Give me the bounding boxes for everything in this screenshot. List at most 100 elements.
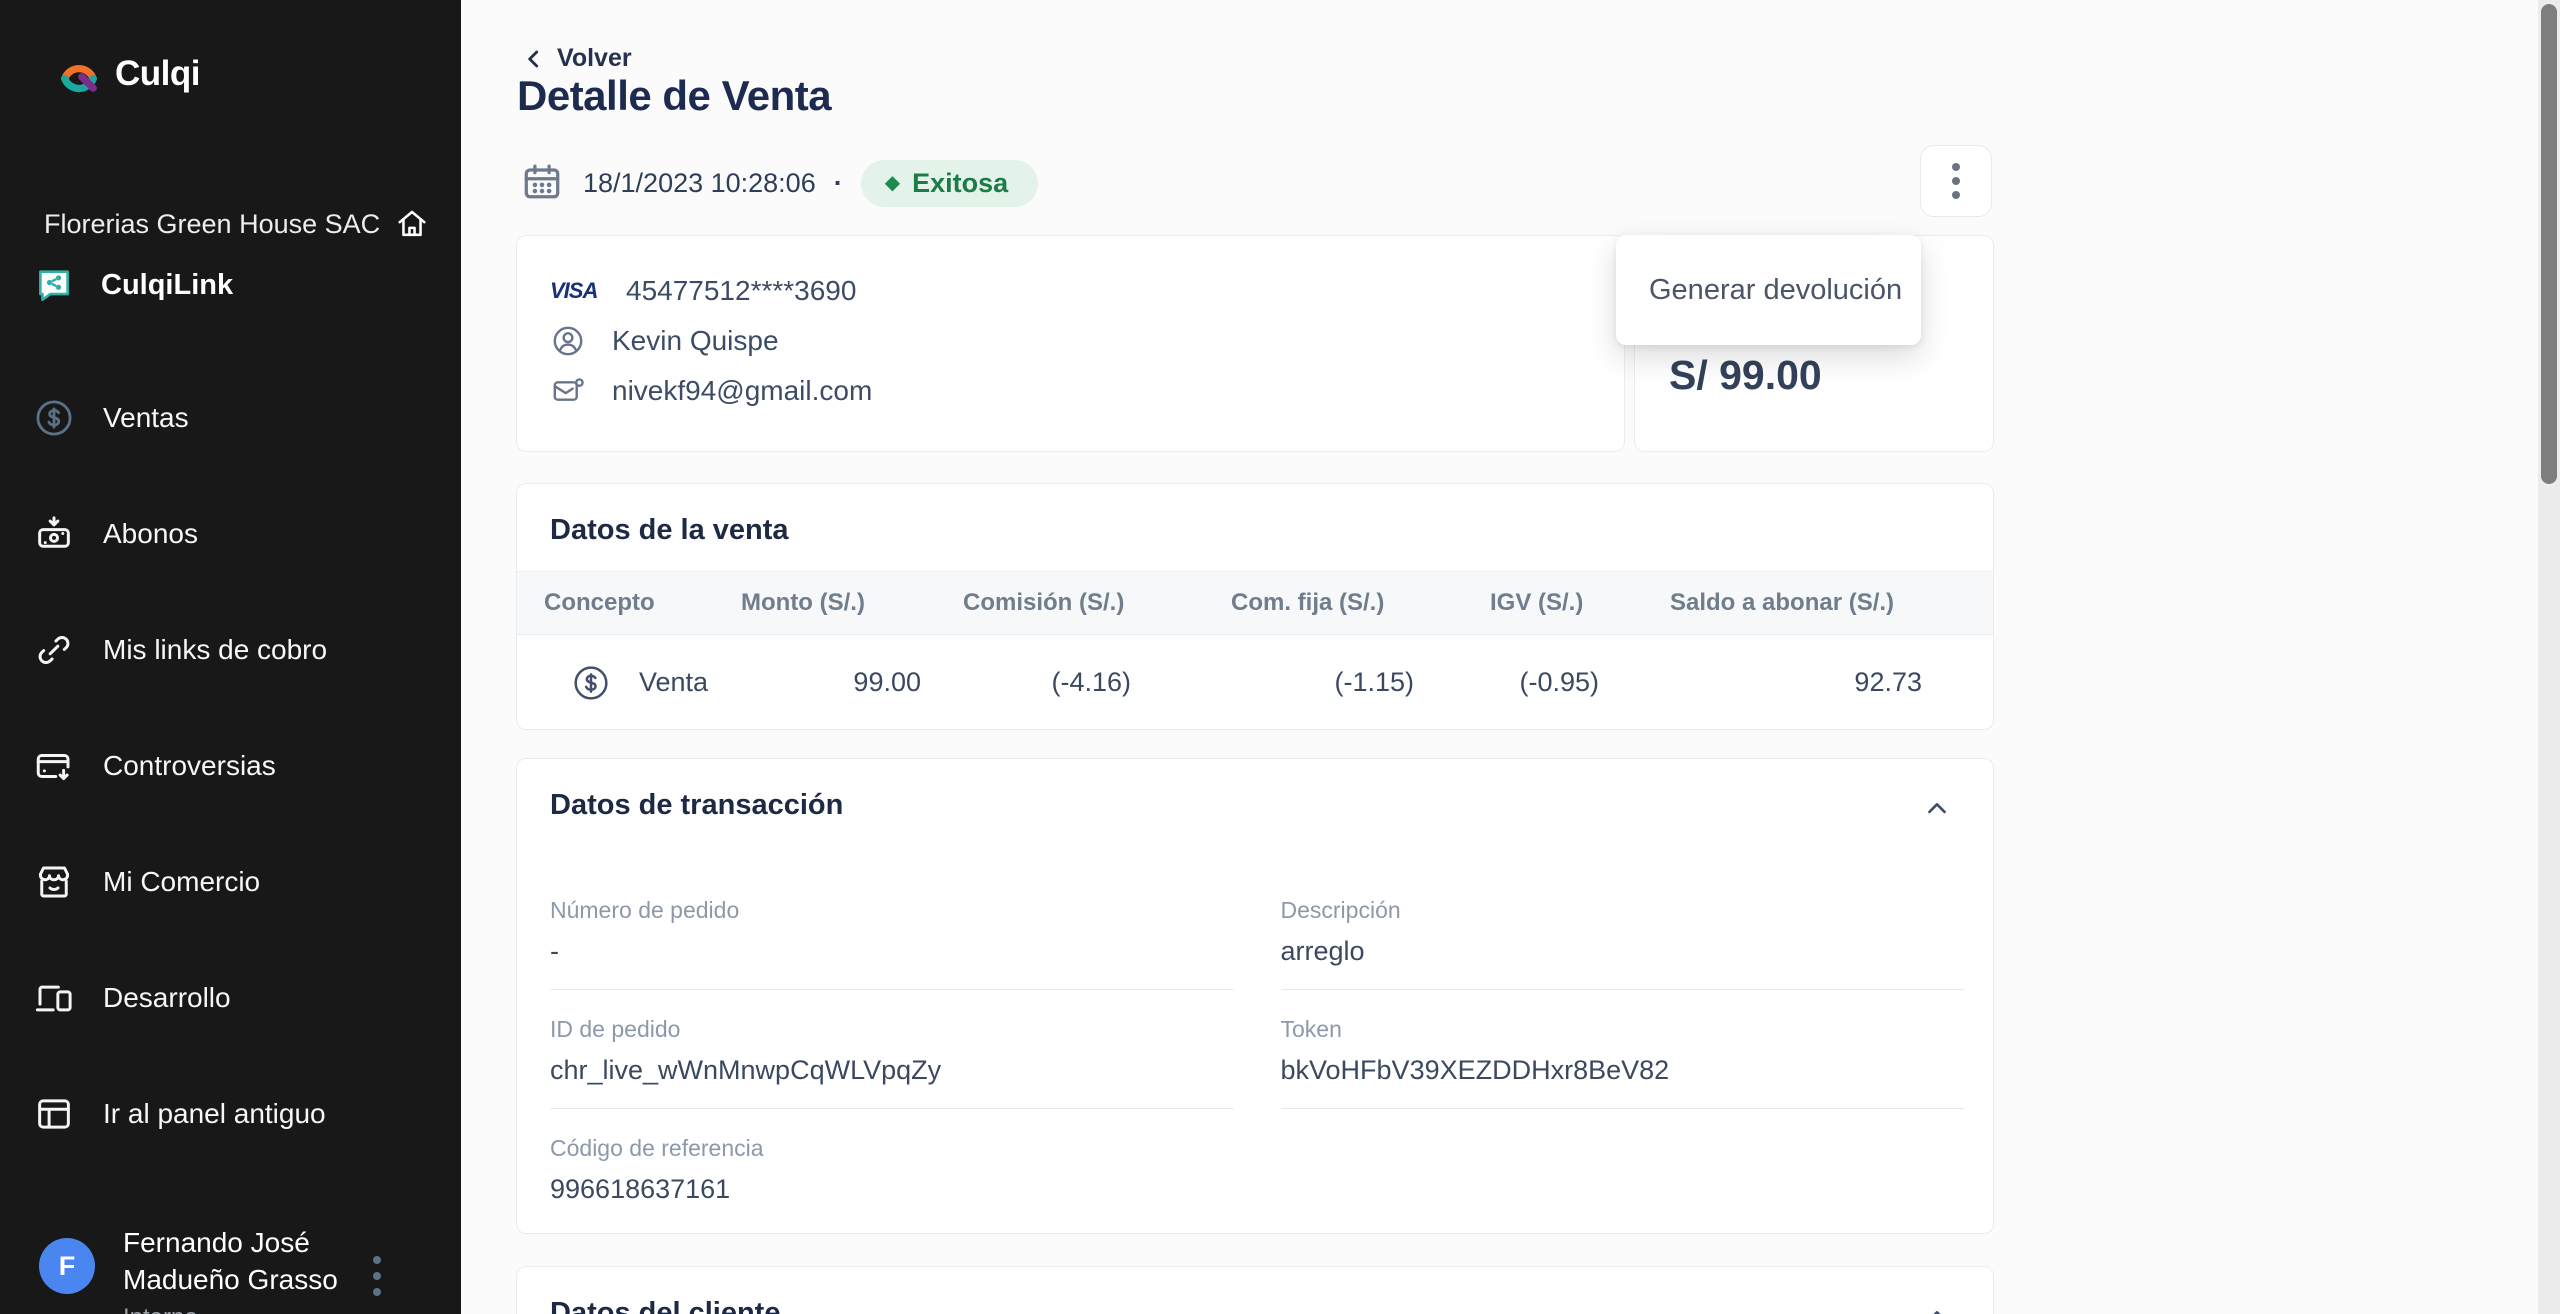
column-header: Concepto xyxy=(544,589,741,617)
sidebar-item-ventas[interactable]: Ventas xyxy=(33,390,451,446)
field-label: Número de pedido xyxy=(550,897,1234,924)
sale-meta: 18/1/2023 10:28:06 · ◆ Exitosa xyxy=(519,158,1038,208)
back-link[interactable]: Volver xyxy=(521,44,632,73)
field-value: bkVoHFbV39XEZDDHxr8BeV82 xyxy=(1281,1055,1965,1086)
payment-info-card: VISA 45477512****3690 Kevin Quispe nivek… xyxy=(516,235,1625,452)
sidebar-item-label: Desarrollo xyxy=(103,982,231,1014)
sidebar-item-label: Controversias xyxy=(103,750,276,782)
concept-label: Venta xyxy=(639,667,708,698)
section-title-sale: Datos de la venta xyxy=(550,514,789,547)
logo-text: Culqi xyxy=(115,54,200,94)
section-title-transaction: Datos de transacción xyxy=(550,789,843,822)
column-header: Comisión (S/.) xyxy=(921,589,1161,617)
user-menu-kebab-icon[interactable] xyxy=(367,1250,387,1302)
field-id-de-pedido: ID de pedido chr_live_wWnMnwpCqWLVpqZy xyxy=(550,990,1234,1109)
chevron-left-icon xyxy=(521,46,547,72)
concept-cell: Venta xyxy=(544,663,741,703)
column-header: Monto (S/.) xyxy=(741,589,921,617)
scrollbar-thumb[interactable] xyxy=(2541,4,2557,484)
cell-com-fija: (-1.15) xyxy=(1161,667,1444,698)
menu-item-generar-devolucion[interactable]: Generar devolución xyxy=(1649,274,1902,307)
user-name-line2: Madueño Grasso xyxy=(123,1261,338,1298)
cell-monto: 99.00 xyxy=(741,667,921,698)
field-value: arreglo xyxy=(1281,936,1965,967)
card-number: 45477512****3690 xyxy=(626,275,856,307)
back-label: Volver xyxy=(557,44,632,73)
card-number-row: VISA 45477512****3690 xyxy=(550,266,1624,316)
sale-data-card: Datos de la venta Concepto Monto (S/.) C… xyxy=(516,483,1994,730)
sidebar-item-label: Ventas xyxy=(103,402,189,434)
customer-email-row: nivekf94@gmail.com xyxy=(550,366,1624,416)
field-value: chr_live_wWnMnwpCqWLVpqZy xyxy=(550,1055,1234,1086)
field-label: Token xyxy=(1281,1016,1965,1043)
customer-email: nivekf94@gmail.com xyxy=(612,375,872,407)
user-role: Interno xyxy=(123,1304,338,1314)
store-icon xyxy=(33,861,75,903)
transaction-fields: Número de pedido - Descripción arreglo I… xyxy=(550,871,1964,1227)
scrollbar-track xyxy=(2538,0,2560,1314)
sidebar-item-desarrollo[interactable]: Desarrollo xyxy=(33,970,451,1026)
sidebar: Culqi Florerias Green House SAC CulqiLin… xyxy=(0,0,461,1314)
card-dispute-icon xyxy=(33,745,75,787)
field-value: 996618637161 xyxy=(550,1174,1234,1205)
customer-name: Kevin Quispe xyxy=(612,325,779,357)
sidebar-item-links-de-cobro[interactable]: Mis links de cobro xyxy=(33,622,451,678)
panel-icon xyxy=(33,1093,75,1135)
user-name-line1: Fernando José xyxy=(123,1224,338,1261)
sidebar-item-abonos[interactable]: Abonos xyxy=(33,506,451,562)
person-icon xyxy=(550,323,586,359)
field-label: ID de pedido xyxy=(550,1016,1234,1043)
section-title-customer: Datos del cliente xyxy=(550,1297,780,1314)
field-descripcion: Descripción arreglo xyxy=(1281,871,1965,990)
dollar-circle-icon xyxy=(33,397,75,439)
actions-kebab-button[interactable] xyxy=(1920,145,1992,217)
sale-datetime: 18/1/2023 10:28:06 xyxy=(583,168,816,199)
visa-icon: VISA xyxy=(550,278,600,304)
field-codigo-de-referencia: Código de referencia 996618637161 xyxy=(550,1109,1234,1227)
field-numero-de-pedido: Número de pedido - xyxy=(550,871,1234,990)
status-label: Exitosa xyxy=(912,168,1008,199)
calendar-icon xyxy=(519,160,565,206)
dollar-circle-icon xyxy=(571,663,611,703)
home-icon xyxy=(394,206,430,242)
cell-comision: (-4.16) xyxy=(921,667,1161,698)
sidebar-item-label: Mi Comercio xyxy=(103,866,260,898)
meta-separator: · xyxy=(834,168,843,199)
culqi-logo[interactable]: Culqi xyxy=(57,52,200,96)
sidebar-item-label: Mis links de cobro xyxy=(103,634,327,666)
actions-dropdown: Generar devolución xyxy=(1616,235,1921,345)
user-profile: F Fernando José Madueño Grasso Interno xyxy=(39,1224,439,1314)
column-header: Saldo a abonar (S/.) xyxy=(1629,589,1949,617)
chevron-up-icon[interactable] xyxy=(1923,795,1951,823)
devices-icon xyxy=(33,977,75,1019)
culqilink-icon xyxy=(33,264,75,306)
sidebar-item-culqilink[interactable]: CulqiLink xyxy=(33,264,233,306)
column-header: Com. fija (S/.) xyxy=(1161,589,1444,617)
sidebar-item-panel-antiguo[interactable]: Ir al panel antiguo xyxy=(33,1086,451,1142)
deposit-icon xyxy=(33,513,75,555)
merchant-selector[interactable]: Florerias Green House SAC xyxy=(44,206,429,242)
sale-amount: S/ 99.00 xyxy=(1669,352,1822,399)
diamond-icon: ◆ xyxy=(885,173,900,193)
status-badge: ◆ Exitosa xyxy=(861,160,1038,207)
field-label: Código de referencia xyxy=(550,1135,1234,1162)
cell-igv: (-0.95) xyxy=(1444,667,1629,698)
sidebar-item-mi-comercio[interactable]: Mi Comercio xyxy=(33,854,451,910)
link-icon xyxy=(33,629,75,671)
field-token: Token bkVoHFbV39XEZDDHxr8BeV82 xyxy=(1281,990,1965,1109)
chevron-up-icon[interactable] xyxy=(1923,1303,1951,1314)
mail-icon xyxy=(550,373,586,409)
culqi-logo-icon xyxy=(57,52,101,96)
sidebar-item-label: CulqiLink xyxy=(101,269,233,302)
sidebar-item-label: Ir al panel antiguo xyxy=(103,1098,326,1130)
customer-name-row: Kevin Quispe xyxy=(550,316,1624,366)
sidebar-nav: Ventas Abonos Mis links de cobro xyxy=(33,390,451,1202)
cell-saldo: 92.73 xyxy=(1629,667,1949,698)
table-row: Venta 99.00 (-4.16) (-1.15) (-0.95) 92.7… xyxy=(517,635,1993,730)
sale-table-header: Concepto Monto (S/.) Comisión (S/.) Com.… xyxy=(517,571,1993,635)
sidebar-item-controversias[interactable]: Controversias xyxy=(33,738,451,794)
field-label: Descripción xyxy=(1281,897,1965,924)
field-value: - xyxy=(550,936,1234,967)
transaction-data-card: Datos de transacción Número de pedido - … xyxy=(516,758,1994,1234)
page-title: Detalle de Venta xyxy=(517,72,831,120)
